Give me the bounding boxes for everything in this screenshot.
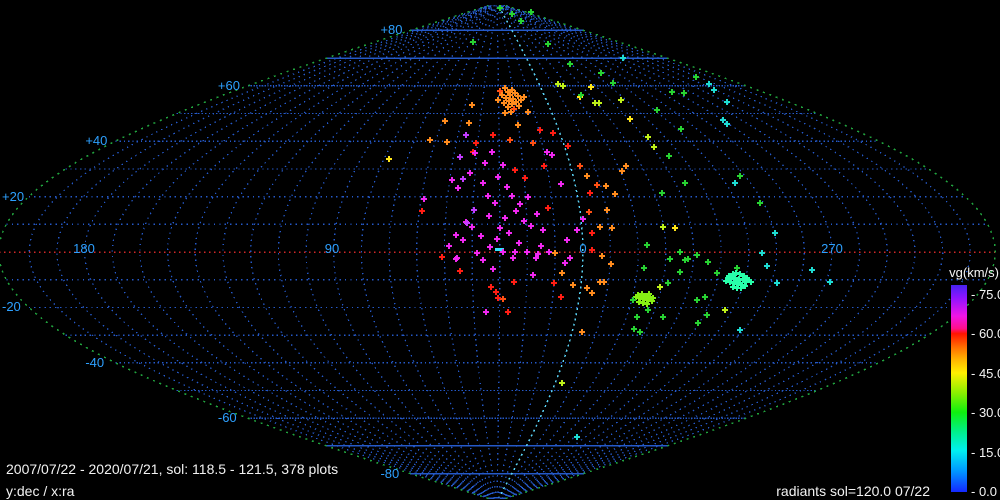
ra-tick-label: 180 (73, 241, 95, 256)
colorbar-tick-label: - 30.0 (971, 405, 1000, 420)
colorbar-title: vg(km/s) (949, 265, 999, 280)
dec-tick-label: +40 (85, 133, 108, 148)
radiant-map-window: 180 90 0 270 +80 +60 +40 +20 -20 -40 -60 -80 vg(km/… (0, 0, 1000, 500)
radiant-points (723, 270, 754, 291)
colorbar-tick-label: - 45.0 (971, 366, 1000, 381)
dec-tick-label: -20 (2, 299, 21, 314)
colorbar-tick-label: - 60.0 (971, 326, 1000, 341)
ra-tick-label: 270 (821, 241, 843, 256)
dec-tick-label: -40 (85, 355, 105, 370)
radiants-sol-caption: radiants sol=120.0 07/22 (776, 483, 930, 499)
sky-map-plot-area[interactable] (0, 0, 1000, 500)
dec-tick-label: +80 (380, 22, 403, 37)
dec-tick-label: -80 (380, 466, 400, 481)
radiant-points (574, 55, 833, 440)
radiant-points (457, 132, 477, 226)
axes-legend-caption: y:dec / x:ra (6, 483, 75, 499)
radiant-points (633, 291, 656, 307)
ra-tick-label: 90 (324, 241, 340, 256)
ra-tick-label: 0 (579, 241, 587, 256)
colorbar-gradient (951, 285, 967, 492)
dec-tick-label: +20 (2, 189, 25, 204)
colorbar-tick-label: - 15.0 (971, 445, 1000, 460)
date-range-sol-caption: 2007/07/22 - 2020/07/21, sol: 118.5 - 12… (6, 461, 339, 477)
colorbar-tick-label: - 0.0 (971, 484, 998, 499)
radiant-points (555, 81, 728, 386)
radiant-points (427, 85, 629, 335)
dec-tick-label: +60 (217, 78, 240, 93)
dec-tick-label: -60 (217, 410, 237, 425)
radiant-points (419, 127, 595, 315)
colorbar-tick-label: - 75.0 (971, 287, 1000, 302)
